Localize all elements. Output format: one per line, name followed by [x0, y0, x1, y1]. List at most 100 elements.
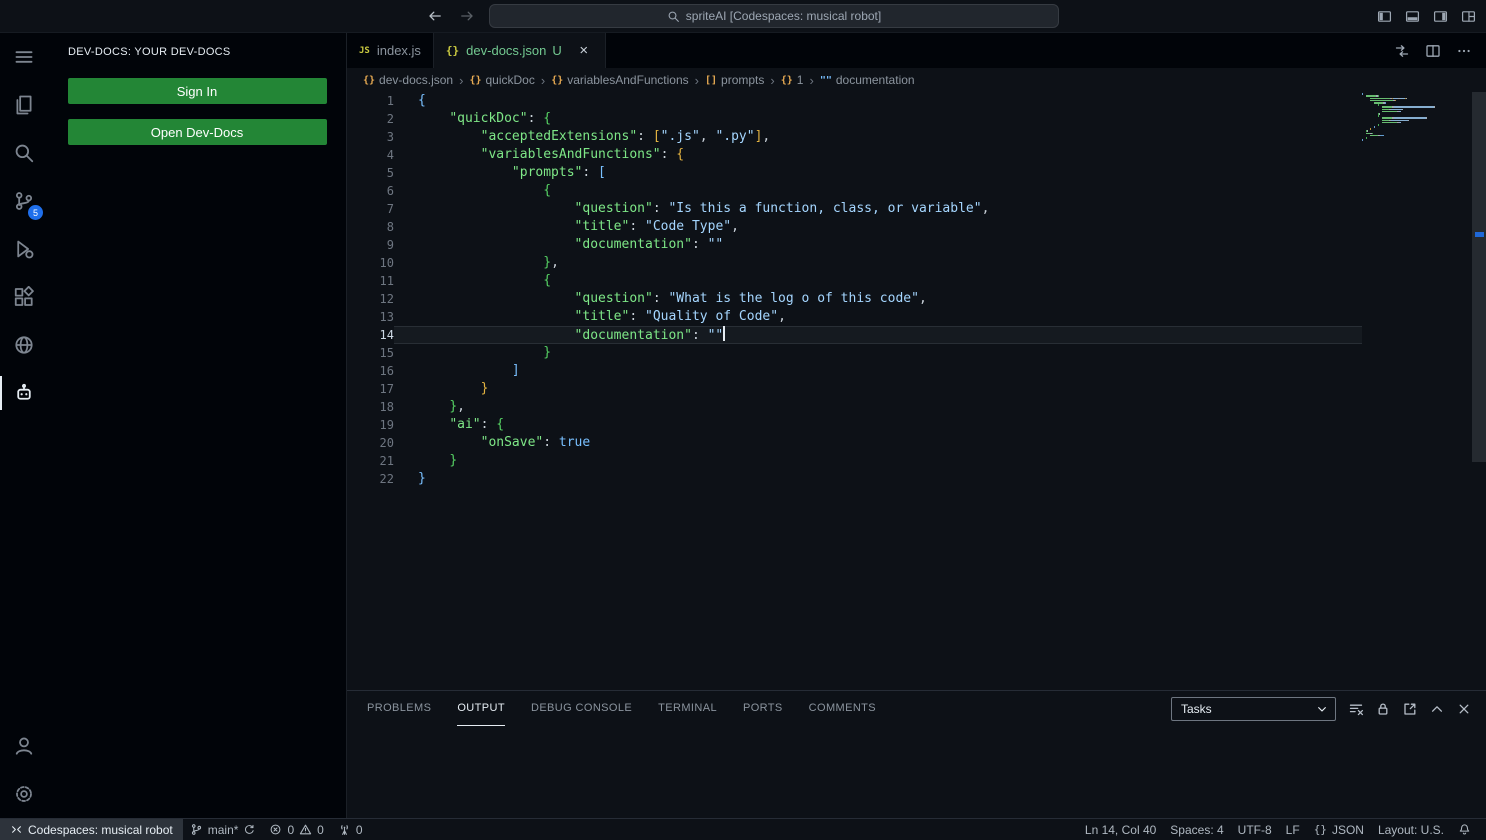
code-line-14[interactable]: 14 "documentation": "" [347, 326, 1362, 344]
code-line-16[interactable]: 16 ] [347, 362, 1362, 380]
panel-action-clear-output-icon[interactable] [1348, 701, 1364, 717]
status-indentation[interactable]: Spaces: 4 [1163, 819, 1230, 840]
code-line-9[interactable]: 9 "documentation": "" [347, 236, 1362, 254]
breadcrumb-item-documentation[interactable]: ""documentation [820, 73, 915, 87]
activity-bar-item-source-control[interactable]: 5 [0, 177, 48, 225]
panel-tab-terminal[interactable]: TERMINAL [658, 691, 717, 726]
git-branch-icon [190, 823, 203, 836]
code-line-12[interactable]: 12 "question": "What is the log o of thi… [347, 290, 1362, 308]
code-line-5[interactable]: 5 "prompts": [ [347, 164, 1362, 182]
status-ports[interactable]: 0 [331, 819, 370, 840]
layout-sidebar-left-icon[interactable] [1377, 9, 1392, 24]
bottom-panel: PROBLEMS OUTPUT DEBUG CONSOLE TERMINAL PORTS… [347, 690, 1486, 818]
symbol-string-icon: "" [820, 75, 832, 86]
error-icon [269, 823, 282, 836]
code-line-20[interactable]: 20 "onSave": true [347, 434, 1362, 452]
activity-bar-item-menu[interactable] [0, 33, 48, 81]
activity-bar-item-account[interactable] [0, 722, 48, 770]
minimap-line [1362, 139, 1472, 141]
output-channel-select[interactable]: Tasks [1171, 697, 1336, 721]
activity-bar-item-settings-gear[interactable] [0, 770, 48, 818]
breadcrumb-item-prompts[interactable]: []prompts [705, 73, 764, 87]
code-line-17[interactable]: 17 } [347, 380, 1362, 398]
activity-bar: 5 [0, 33, 48, 818]
panel-action-chevron-up-icon[interactable] [1429, 701, 1445, 717]
close-tab-icon[interactable]: × [575, 42, 593, 60]
panel-tab-ports[interactable]: PORTS [743, 691, 783, 726]
layout-customize-icon[interactable] [1461, 9, 1476, 24]
breadcrumb-item-variablesAndFunctions[interactable]: {}variablesAndFunctions [551, 73, 688, 87]
code-editor[interactable]: 1{2 "quickDoc": {3 "acceptedExtensions":… [347, 92, 1486, 690]
status-remote[interactable]: Codespaces: musical robot [0, 819, 183, 840]
split-editor-icon[interactable] [1425, 43, 1441, 59]
code-line-3[interactable]: 3 "acceptedExtensions": [".js", ".py"], [347, 128, 1362, 146]
activity-bar-item-explorer[interactable] [0, 81, 48, 129]
panel-action-open-in-editor-icon[interactable] [1402, 701, 1418, 717]
code-line-1[interactable]: 1{ [347, 92, 1362, 110]
activity-bar-item-remote-explorer[interactable] [0, 321, 48, 369]
code-line-4[interactable]: 4 "variablesAndFunctions": { [347, 146, 1362, 164]
command-center-text: spriteAI [Codespaces: musical robot] [686, 9, 881, 23]
editor-group: JSindex.js{}dev-docs.jsonU× {}dev-docs.j… [347, 33, 1486, 818]
warning-icon [299, 823, 312, 836]
layout-panel-icon[interactable] [1405, 9, 1420, 24]
json-file-icon: {} [363, 75, 375, 86]
code-line-2[interactable]: 2 "quickDoc": { [347, 110, 1362, 128]
activity-bar-item-extensions[interactable] [0, 273, 48, 321]
editor-tab-index.js[interactable]: JSindex.js [347, 33, 434, 68]
activity-bar-item-search[interactable] [0, 129, 48, 177]
panel-action-close-icon[interactable] [1456, 701, 1472, 717]
code-line-15[interactable]: 15 } [347, 344, 1362, 362]
status-language-mode[interactable]: {}JSON [1307, 819, 1371, 840]
status-encoding[interactable]: UTF-8 [1231, 819, 1279, 840]
code-line-10[interactable]: 10 }, [347, 254, 1362, 272]
code-text: "variablesAndFunctions": { [394, 146, 1362, 164]
open-changes-icon[interactable] [1394, 43, 1410, 59]
js-file-icon: JS [359, 46, 370, 56]
activity-bar-item-dev-docs[interactable] [0, 369, 48, 417]
editor-scrollbar[interactable] [1472, 92, 1486, 690]
status-notifications[interactable] [1451, 819, 1478, 840]
code-line-22[interactable]: 22} [347, 470, 1362, 488]
output-channel-value: Tasks [1181, 702, 1212, 716]
status-problems[interactable]: 00 [262, 819, 330, 840]
panel-tab-problems[interactable]: PROBLEMS [367, 691, 431, 726]
code-line-7[interactable]: 7 "question": "Is this a function, class… [347, 200, 1362, 218]
panel-tab-output[interactable]: OUTPUT [457, 691, 505, 726]
status-branch[interactable]: main* [183, 819, 263, 840]
nav-back-button[interactable] [427, 8, 443, 24]
line-number: 12 [347, 290, 394, 308]
panel-action-lock-icon[interactable] [1375, 701, 1391, 717]
panel-tab-debug-console[interactable]: DEBUG CONSOLE [531, 691, 632, 726]
code-line-19[interactable]: 19 "ai": { [347, 416, 1362, 434]
sidebar-title: DEV-DOCS: YOUR DEV-DOCS [48, 46, 346, 58]
status-eol[interactable]: LF [1279, 819, 1307, 840]
minimap[interactable] [1362, 93, 1472, 141]
breadcrumb-separator: › [809, 73, 813, 88]
code-text: { [394, 182, 1362, 200]
sign-in-button[interactable]: Sign In [68, 78, 327, 104]
breadcrumb-item-1[interactable]: {}1 [781, 73, 804, 87]
breadcrumb-item-dev-docs.json[interactable]: {}dev-docs.json [363, 73, 453, 87]
line-number: 5 [347, 164, 394, 182]
command-center[interactable]: spriteAI [Codespaces: musical robot] [489, 4, 1059, 28]
code-line-8[interactable]: 8 "title": "Code Type", [347, 218, 1362, 236]
open-dev-docs-button[interactable]: Open Dev-Docs [68, 119, 327, 145]
editor-tab-dev-docs.json[interactable]: {}dev-docs.jsonU× [434, 33, 606, 68]
code-line-18[interactable]: 18 }, [347, 398, 1362, 416]
scrollbar-thumb[interactable] [1472, 92, 1486, 462]
status-keyboard-layout[interactable]: Layout: U.S. [1371, 819, 1451, 840]
code-line-21[interactable]: 21 } [347, 452, 1362, 470]
activity-bar-item-run-debug[interactable] [0, 225, 48, 273]
more-actions-icon[interactable] [1456, 43, 1472, 59]
code-line-6[interactable]: 6 { [347, 182, 1362, 200]
status-cursor-position[interactable]: Ln 14, Col 40 [1078, 819, 1163, 840]
code-line-11[interactable]: 11 { [347, 272, 1362, 290]
status-bar: Codespaces: musical robotmain*000 Ln 14,… [0, 818, 1486, 840]
scm-badge: 5 [28, 205, 43, 220]
nav-forward-button[interactable] [459, 8, 475, 24]
code-line-13[interactable]: 13 "title": "Quality of Code", [347, 308, 1362, 326]
breadcrumb-item-quickDoc[interactable]: {}quickDoc [469, 73, 534, 87]
layout-sidebar-right-icon[interactable] [1433, 9, 1448, 24]
panel-tab-comments[interactable]: COMMENTS [809, 691, 876, 726]
